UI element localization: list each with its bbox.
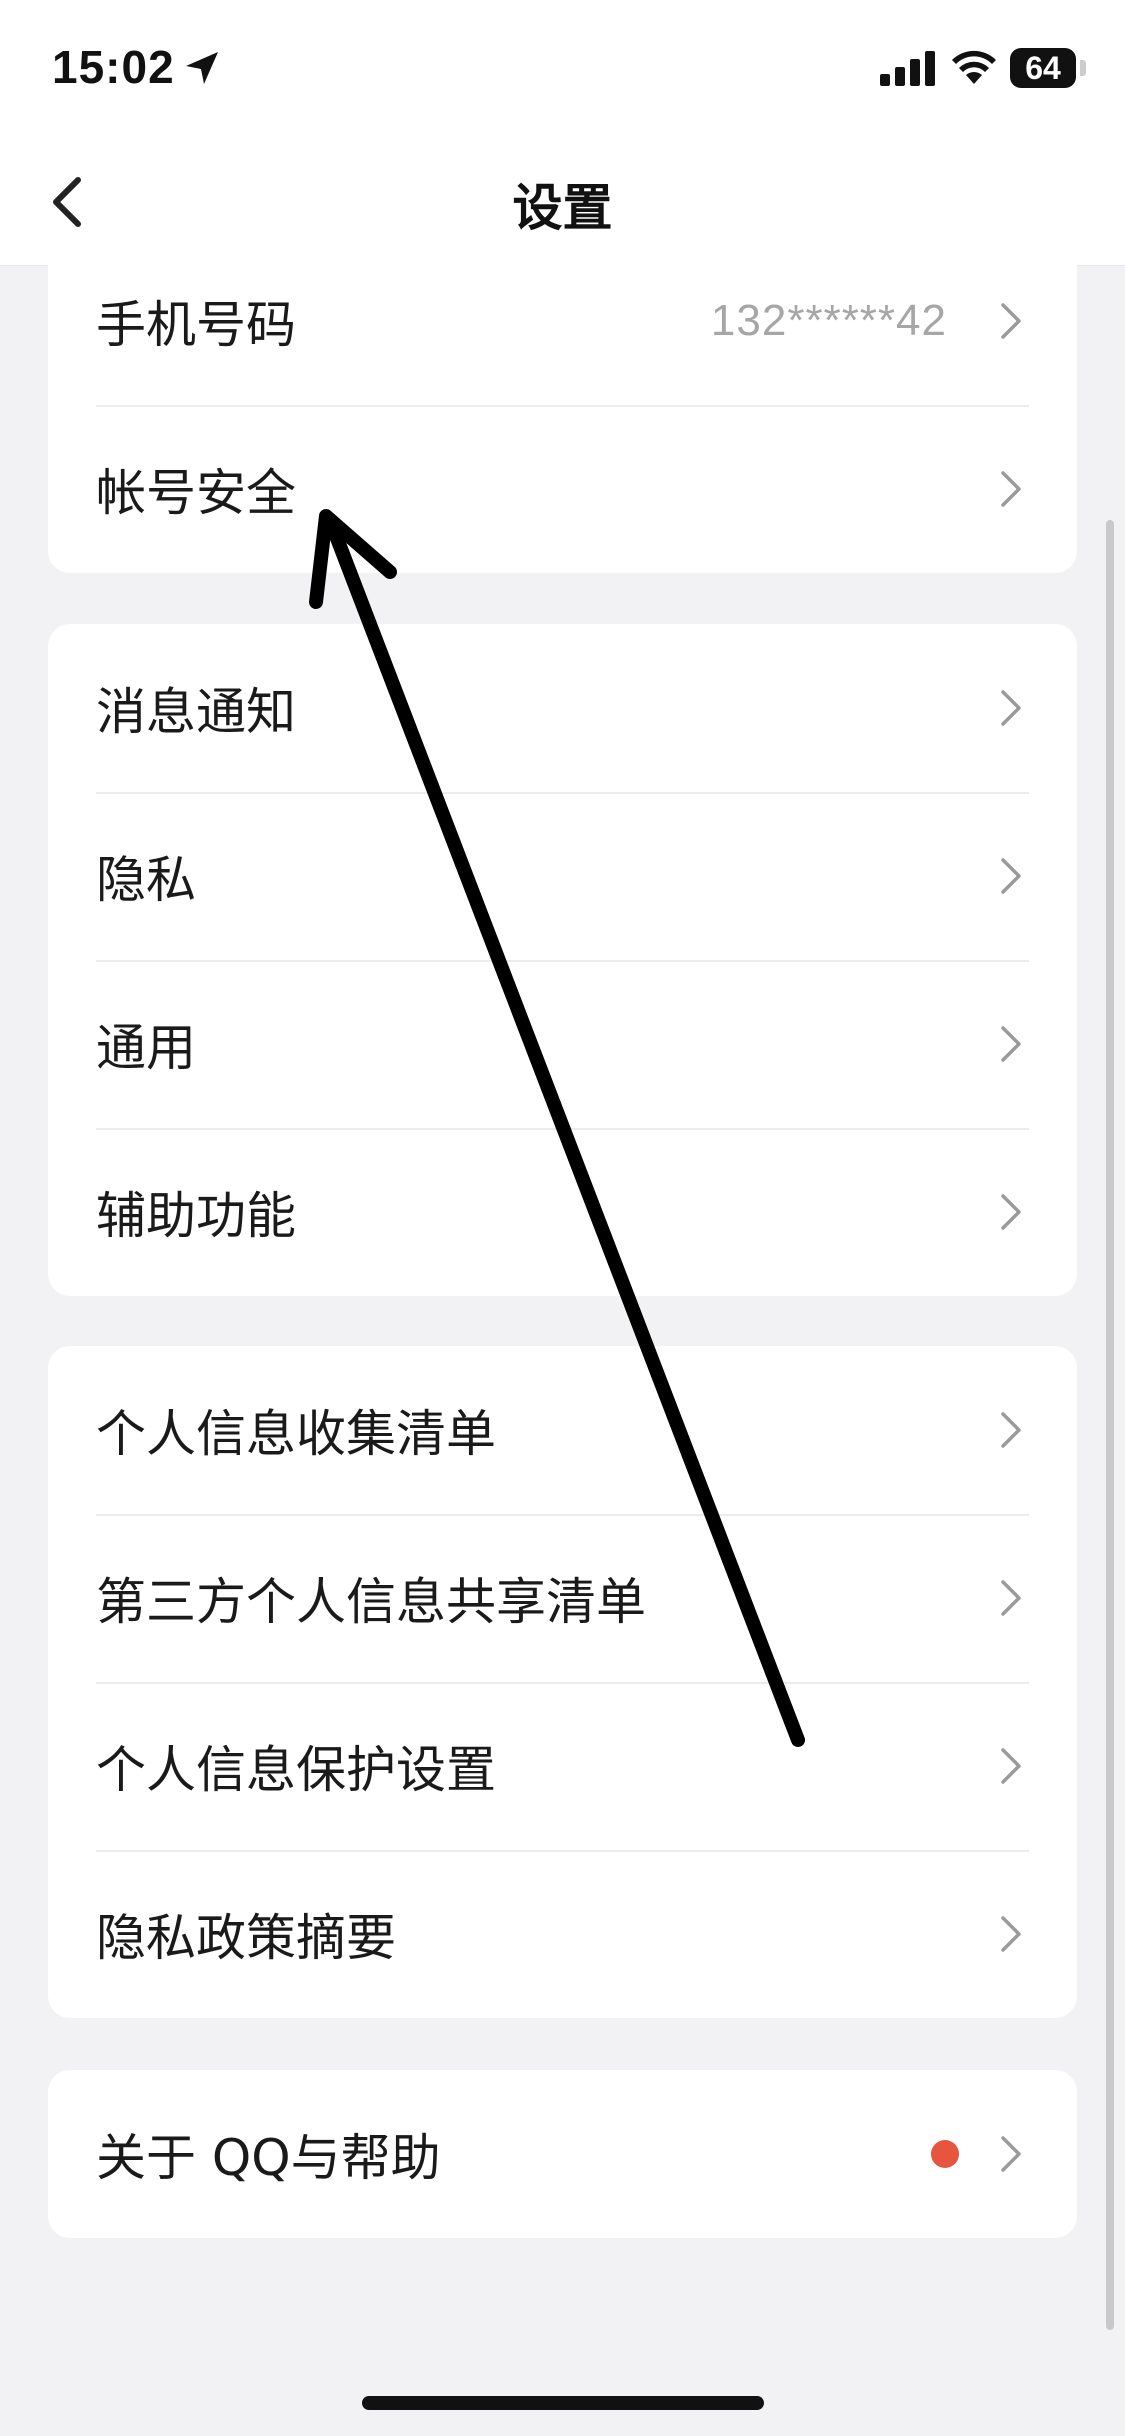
chevron-right-icon (1001, 1412, 1021, 1448)
row-label: 隐私政策摘要 (96, 1909, 396, 1967)
settings-group-account: 手机号码 132******42 帐号安全 (48, 237, 1077, 573)
chevron-right-icon (1001, 1580, 1021, 1616)
row-general[interactable]: 通用 (48, 960, 1077, 1128)
chevron-right-icon (1001, 1748, 1021, 1784)
settings-group-general: 消息通知 隐私 通用 辅助功能 (48, 624, 1077, 1296)
chevron-right-icon (1001, 303, 1021, 339)
row-privacy-policy-summary[interactable]: 隐私政策摘要 (48, 1850, 1077, 2018)
chevron-right-icon (1001, 2136, 1021, 2172)
row-label: 手机号码 (96, 296, 296, 354)
wifi-icon (952, 50, 996, 84)
home-indicator[interactable] (362, 2396, 764, 2410)
row-label: 消息通知 (96, 683, 296, 741)
row-label: 第三方个人信息共享清单 (96, 1573, 646, 1631)
status-time: 15:02 (52, 41, 175, 93)
row-info-protection-settings[interactable]: 个人信息保护设置 (48, 1682, 1077, 1850)
scroll-indicator[interactable] (1106, 520, 1114, 2330)
notification-dot (931, 2140, 959, 2168)
row-info-collection-list[interactable]: 个人信息收集清单 (48, 1346, 1077, 1514)
location-arrow-icon (186, 52, 218, 84)
row-label: 关于 QQ与帮助 (96, 2129, 441, 2187)
chevron-right-icon (1001, 1026, 1021, 1062)
chevron-right-icon (1001, 858, 1021, 894)
row-third-party-sharing-list[interactable]: 第三方个人信息共享清单 (48, 1514, 1077, 1682)
cellular-signal-icon (880, 51, 935, 86)
row-about-qq-help[interactable]: 关于 QQ与帮助 (48, 2070, 1077, 2238)
row-notifications[interactable]: 消息通知 (48, 624, 1077, 792)
row-accessibility[interactable]: 辅助功能 (48, 1128, 1077, 1296)
phone-number-value: 132******42 (710, 296, 947, 345)
row-label: 辅助功能 (96, 1187, 296, 1245)
row-privacy[interactable]: 隐私 (48, 792, 1077, 960)
page-title: 设置 (512, 179, 613, 237)
row-label: 个人信息保护设置 (96, 1741, 496, 1799)
chevron-right-icon (1001, 1916, 1021, 1952)
chevron-right-icon (1001, 1194, 1021, 1230)
chevron-right-icon (1001, 471, 1021, 507)
row-label: 个人信息收集清单 (96, 1405, 496, 1463)
row-label: 通用 (96, 1019, 196, 1077)
row-label: 帐号安全 (96, 464, 296, 522)
row-phone-number[interactable]: 手机号码 132******42 (48, 237, 1077, 405)
settings-group-about: 关于 QQ与帮助 (48, 2070, 1077, 2238)
row-label: 隐私 (96, 851, 196, 909)
row-account-security[interactable]: 帐号安全 (48, 405, 1077, 573)
status-bar: 15:02 64 (0, 0, 1125, 140)
battery-icon: 64 (1010, 48, 1076, 88)
settings-group-personal-info: 个人信息收集清单 第三方个人信息共享清单 个人信息保护设置 隐私政策摘要 (48, 1346, 1077, 2018)
chevron-right-icon (1001, 690, 1021, 726)
battery-tip (1080, 60, 1086, 76)
